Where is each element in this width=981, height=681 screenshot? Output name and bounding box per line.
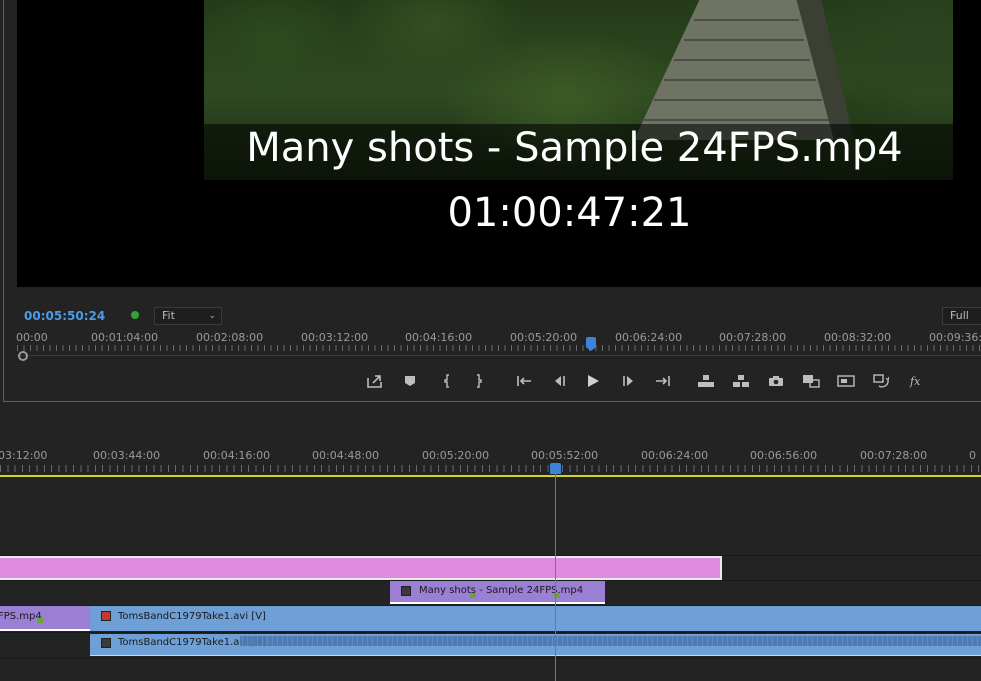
fx-badge-icon — [401, 586, 411, 596]
camera-button[interactable] — [764, 368, 788, 394]
zoom-level-dropdown[interactable]: Fit ⌄ — [154, 307, 222, 325]
safe-margins-button[interactable] — [834, 368, 858, 394]
step-back-button[interactable] — [547, 368, 571, 394]
ruler-label: 00:08:32:00 — [824, 331, 892, 344]
effects-button[interactable]: fx — [904, 368, 928, 394]
step-forward-button[interactable] — [617, 368, 641, 394]
ruler-label: 00:03:12:00 — [301, 331, 369, 344]
fx-badge-icon — [101, 638, 111, 648]
go-to-in-button[interactable] — [512, 368, 536, 394]
ruler-label: 00:09:36:0 — [929, 331, 981, 344]
timeline-clip-left[interactable]: FPS.mp4 — [0, 606, 90, 631]
mark-in-button[interactable] — [435, 368, 459, 394]
ruler-ticks — [17, 345, 981, 351]
timeline-clip-video[interactable]: TomsBandC1979Take1.avi [V] — [90, 606, 981, 631]
chevron-down-icon: ⌄ — [208, 311, 216, 321]
playhead-line — [555, 474, 556, 681]
comparison-icon — [803, 375, 820, 388]
monitor-playhead[interactable] — [586, 337, 596, 351]
ruler-label: 00:05:20:00 — [422, 449, 490, 462]
clip-selection-line — [0, 629, 90, 631]
timeline-clip-many-shots[interactable]: Many shots - Sample 24FPS.mp4 — [390, 581, 605, 604]
timeline-panel: 03:12:00 00:03:44:00 00:04:16:00 00:04:4… — [0, 404, 981, 681]
go-to-out-icon — [656, 376, 670, 386]
ruler-label: 03:12:00 — [0, 449, 48, 462]
extract-button[interactable] — [729, 368, 753, 394]
monitor-time-ruler[interactable]: 00:00 00:01:04:00 00:02:08:00 00:03:12:0… — [16, 329, 981, 353]
go-to-out-button[interactable] — [651, 368, 675, 394]
zoom-handle[interactable] — [18, 351, 28, 361]
fx-icon: fx — [909, 375, 921, 388]
track-divider — [0, 632, 981, 633]
comparison-view-button[interactable] — [799, 368, 823, 394]
go-to-in-icon — [517, 376, 531, 386]
ruler-ticks — [0, 465, 981, 472]
ruler-label: 00:05:20:00 — [510, 331, 578, 344]
step-forward-icon — [623, 376, 633, 386]
marker-icon — [405, 376, 415, 386]
status-dot-icon — [131, 311, 139, 319]
safe-margins-icon — [837, 375, 855, 387]
lift-icon — [698, 375, 714, 387]
ruler-label: 00:07:28:00 — [719, 331, 787, 344]
ruler-label: 00:04:16:00 — [405, 331, 473, 344]
clip-selection-line — [390, 602, 605, 604]
ruler-label: 00:03:44:00 — [93, 449, 161, 462]
premiere-workspace: Many shots - Sample 24FPS.mp4 01:00:47:2… — [0, 0, 981, 681]
work-area-bar[interactable] — [0, 475, 981, 477]
clip-selection-line — [90, 655, 981, 656]
pink-clip[interactable] — [0, 556, 722, 580]
timeline-clip-audio[interactable]: TomsBandC1979Take1.avi [A] — [90, 634, 981, 656]
audio-waveform — [240, 636, 981, 646]
temple-image — [634, 0, 854, 140]
export-frame-button[interactable] — [363, 368, 387, 394]
program-monitor-panel: Many shots - Sample 24FPS.mp4 01:00:47:2… — [3, 0, 981, 402]
ruler-label: 00:06:56:00 — [750, 449, 818, 462]
play-button[interactable] — [581, 368, 605, 394]
scrub-track — [17, 355, 981, 356]
play-icon — [588, 375, 599, 387]
timeline-playhead[interactable] — [550, 463, 561, 474]
zoom-level-value: Fit — [162, 309, 175, 322]
lift-button[interactable] — [694, 368, 718, 394]
mark-out-icon — [477, 374, 482, 388]
svg-text:fx: fx — [909, 375, 921, 388]
export-icon — [367, 375, 382, 388]
ruler-label: 00:06:24:00 — [641, 449, 709, 462]
ruler-label: 00:07:28:00 — [860, 449, 928, 462]
ruler-label: 00:02:08:00 — [196, 331, 264, 344]
vr-icon — [873, 374, 889, 388]
overlay-clip-name: Many shots - Sample 24FPS.mp4 — [246, 125, 903, 171]
clip-marker — [470, 593, 476, 598]
ruler-label: 00:04:48:00 — [312, 449, 380, 462]
extract-icon — [733, 375, 749, 387]
ruler-label: 00:05:52:00 — [531, 449, 599, 462]
clip-thumbnail-icon — [101, 611, 111, 621]
ruler-label: 00:04:16:00 — [203, 449, 271, 462]
ruler-label: 00:00 — [16, 331, 48, 344]
mark-in-icon — [444, 374, 449, 388]
timeline-time-ruler[interactable]: 03:12:00 00:03:44:00 00:04:16:00 00:04:4… — [0, 446, 981, 478]
vr-view-button[interactable] — [869, 368, 893, 394]
step-back-icon — [555, 376, 565, 386]
clip-label: FPS.mp4 — [0, 611, 42, 622]
playhead-timecode[interactable]: 00:05:50:24 — [24, 309, 105, 323]
resolution-value: Full — [950, 309, 969, 322]
mark-out-button[interactable] — [467, 368, 491, 394]
ruler-label: 0 — [969, 449, 976, 462]
ruler-label: 00:01:04:00 — [91, 331, 159, 344]
add-marker-button[interactable] — [398, 368, 422, 394]
track-divider — [0, 658, 981, 659]
camera-icon — [769, 376, 783, 386]
playback-resolution-dropdown[interactable]: Full — [942, 307, 981, 325]
ruler-label: 00:06:24:00 — [615, 331, 683, 344]
clip-label: TomsBandC1979Take1.avi [V] — [118, 611, 266, 622]
overlay-source-timecode: 01:00:47:21 — [447, 190, 692, 236]
clip-marker — [37, 618, 43, 623]
